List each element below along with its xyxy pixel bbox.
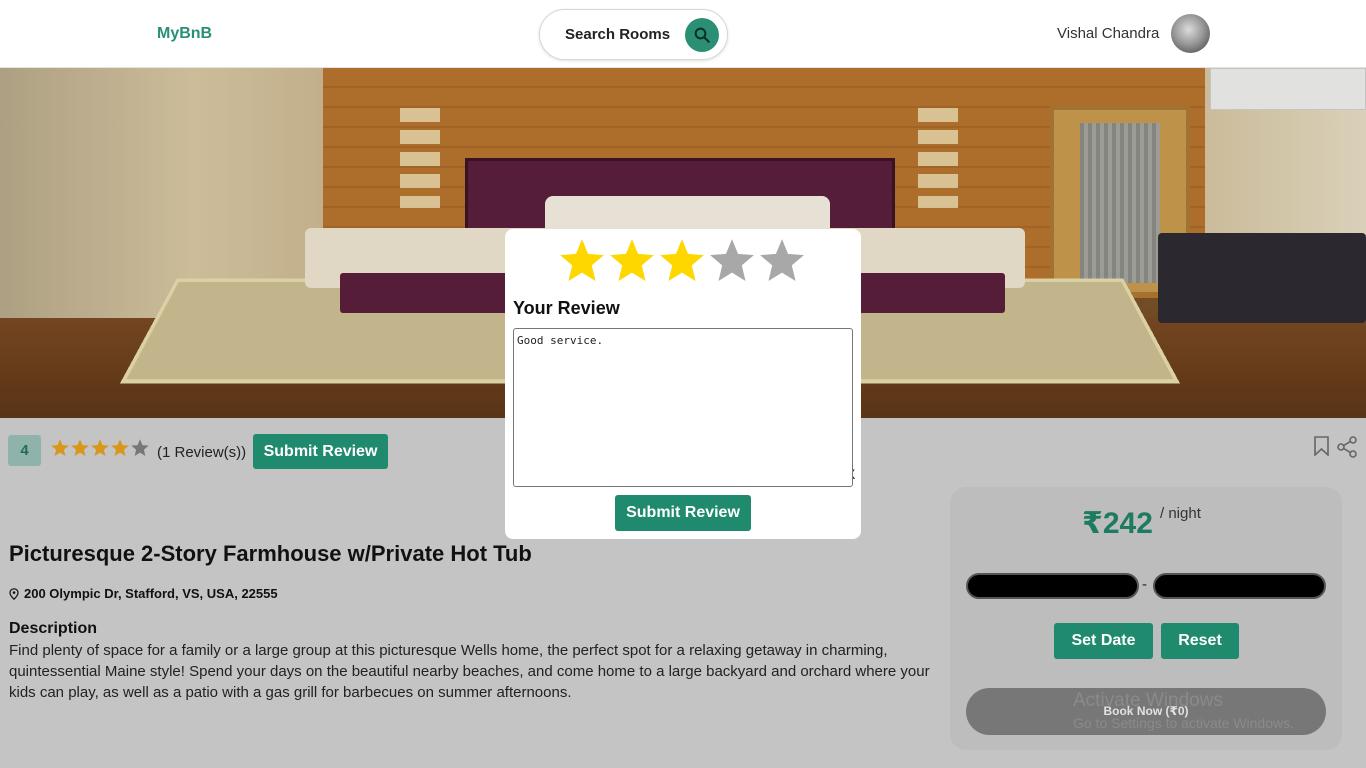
reset-button[interactable]: Reset	[1161, 623, 1239, 659]
per-night-label: / night	[1160, 505, 1201, 522]
search-icon	[694, 27, 710, 43]
search-button[interactable]	[685, 18, 719, 52]
submit-review-button[interactable]: Submit Review	[253, 434, 388, 469]
description-heading: Description	[9, 620, 98, 637]
check-in-date-input[interactable]	[966, 573, 1139, 599]
star-icon	[111, 439, 129, 456]
map-pin-icon	[9, 587, 19, 600]
review-textarea[interactable]: Good service.	[513, 328, 853, 487]
star-icon[interactable]	[657, 236, 707, 286]
review-count[interactable]: (1 Review(s))	[157, 444, 246, 461]
activate-windows-subtitle: Go to Settings to activate Windows.	[1073, 715, 1294, 731]
avatar[interactable]	[1171, 14, 1210, 53]
star-icon[interactable]	[707, 236, 757, 286]
search-rooms-label[interactable]: Search Rooms	[565, 26, 670, 43]
activate-windows-title: Activate Windows	[1073, 690, 1223, 711]
share-icon	[1337, 436, 1357, 458]
star-icon	[91, 439, 109, 456]
your-review-label: Your Review	[513, 298, 620, 318]
bookmark-button[interactable]	[1313, 436, 1330, 461]
address-text: 200 Olympic Dr, Stafford, VS, USA, 22555	[24, 586, 278, 601]
listing-address: 200 Olympic Dr, Stafford, VS, USA, 22555	[9, 586, 278, 601]
search-rooms-bar[interactable]: Search Rooms	[539, 9, 728, 60]
modal-submit-review-button[interactable]: Submit Review	[615, 495, 751, 531]
listing-title: Picturesque 2-Story Farmhouse w/Private …	[9, 541, 532, 566]
star-icon[interactable]	[607, 236, 657, 286]
star-icon	[131, 439, 149, 456]
share-button[interactable]	[1336, 436, 1358, 463]
rating-badge: 4	[8, 435, 41, 466]
review-star-rating[interactable]	[557, 236, 807, 286]
top-navbar: MyBnB Search Rooms Vishal Chandra	[0, 0, 1366, 68]
star-icon	[71, 439, 89, 456]
star-icon	[51, 439, 69, 456]
price-per-night: ₹242	[1082, 507, 1153, 540]
set-date-button[interactable]: Set Date	[1054, 623, 1153, 659]
brand-logo[interactable]: MyBnB	[157, 25, 212, 43]
description-text: Find plenty of space for a family or a l…	[9, 642, 930, 701]
star-icon[interactable]	[557, 236, 607, 286]
date-separator: -	[1142, 576, 1147, 593]
star-icon[interactable]	[757, 236, 807, 286]
bookmark-icon	[1314, 436, 1329, 457]
user-name[interactable]: Vishal Chandra	[1057, 25, 1159, 42]
rating-stars	[50, 438, 150, 458]
check-out-date-input[interactable]	[1153, 573, 1326, 599]
